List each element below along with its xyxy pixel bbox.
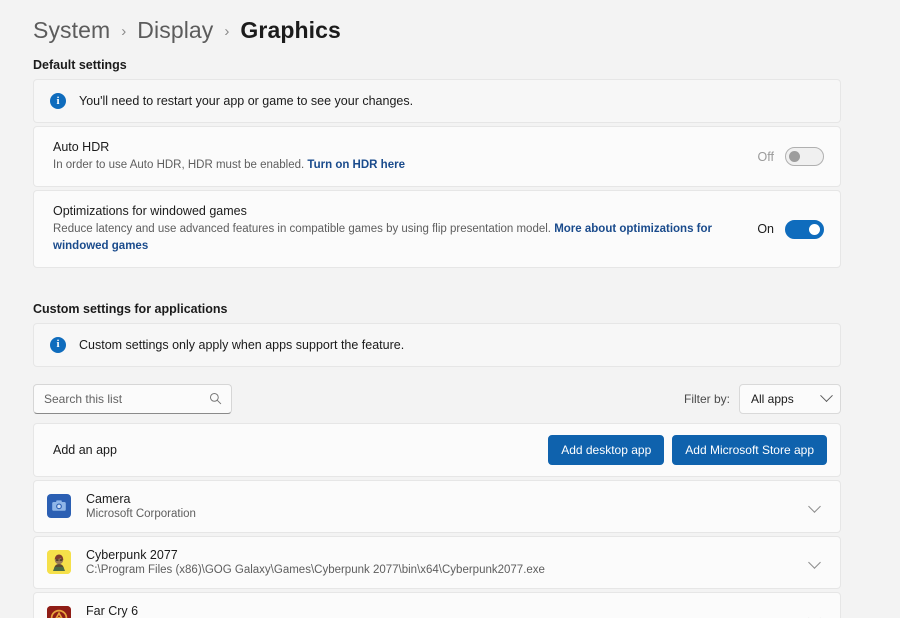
add-desktop-app-button[interactable]: Add desktop app bbox=[548, 435, 664, 465]
breadcrumb: System › Display › Graphics bbox=[33, 0, 841, 48]
optimizations-toggle-knob bbox=[809, 224, 820, 235]
breadcrumb-item-display[interactable]: Display bbox=[137, 17, 213, 44]
optimizations-control: On bbox=[757, 220, 824, 239]
breadcrumb-item-graphics: Graphics bbox=[240, 17, 341, 44]
app-text: Cyberpunk 2077 C:\Program Files (x86)\GO… bbox=[86, 548, 810, 576]
auto-hdr-toggle[interactable] bbox=[785, 147, 824, 166]
optimizations-toggle-label: On bbox=[757, 222, 774, 236]
farcry-app-icon bbox=[47, 606, 71, 618]
auto-hdr-toggle-label: Off bbox=[758, 150, 774, 164]
auto-hdr-description: In order to use Auto HDR, HDR must be en… bbox=[53, 157, 744, 173]
optimizations-info: Optimizations for windowed games Reduce … bbox=[53, 204, 757, 254]
info-icon: i bbox=[50, 93, 66, 109]
auto-hdr-title: Auto HDR bbox=[53, 140, 744, 154]
add-microsoft-store-app-button[interactable]: Add Microsoft Store app bbox=[672, 435, 827, 465]
filter-label: Filter by: bbox=[684, 392, 730, 406]
optimizations-toggle[interactable] bbox=[785, 220, 824, 239]
info-icon: i bbox=[50, 337, 66, 353]
optimizations-description: Reduce latency and use advanced features… bbox=[53, 221, 743, 254]
add-an-app-label: Add an app bbox=[53, 443, 117, 457]
table-row[interactable]: Camera Microsoft Corporation bbox=[33, 480, 841, 533]
app-subtitle: C:\Program Files (x86)\GOG Galaxy\Games\… bbox=[86, 564, 810, 576]
custom-settings-heading: Custom settings for applications bbox=[33, 302, 841, 316]
filter-select[interactable]: All apps bbox=[739, 384, 841, 414]
custom-settings-notice-text: Custom settings only apply when apps sup… bbox=[79, 338, 404, 352]
turn-on-hdr-link[interactable]: Turn on HDR here bbox=[307, 159, 405, 171]
settings-graphics-page: System › Display › Graphics Default sett… bbox=[0, 0, 900, 618]
list-tools-row: Filter by: All apps bbox=[33, 384, 841, 414]
restart-notice-card: i You'll need to restart your app or gam… bbox=[33, 79, 841, 123]
chevron-down-icon[interactable] bbox=[808, 500, 821, 513]
optimizations-description-text: Reduce latency and use advanced features… bbox=[53, 223, 551, 235]
filter-group: Filter by: All apps bbox=[684, 384, 841, 414]
add-app-buttons: Add desktop app Add Microsoft Store app bbox=[548, 435, 827, 465]
app-name: Far Cry 6 bbox=[86, 604, 810, 618]
search-box[interactable] bbox=[33, 384, 232, 414]
app-text: Camera Microsoft Corporation bbox=[86, 492, 810, 520]
optimizations-title: Optimizations for windowed games bbox=[53, 204, 743, 218]
default-settings-heading: Default settings bbox=[33, 58, 841, 72]
auto-hdr-description-text: In order to use Auto HDR, HDR must be en… bbox=[53, 159, 304, 171]
restart-notice-text: You'll need to restart your app or game … bbox=[79, 94, 413, 108]
app-subtitle: Microsoft Corporation bbox=[86, 508, 810, 520]
app-name: Cyberpunk 2077 bbox=[86, 548, 810, 562]
app-name: Camera bbox=[86, 492, 810, 506]
auto-hdr-info: Auto HDR In order to use Auto HDR, HDR m… bbox=[53, 140, 758, 173]
table-row[interactable]: Far Cry 6 C:\Program Files (x86)\Ubisoft… bbox=[33, 592, 841, 618]
chevron-down-icon[interactable] bbox=[808, 612, 821, 618]
app-text: Far Cry 6 C:\Program Files (x86)\Ubisoft… bbox=[86, 604, 810, 618]
chevron-down-icon[interactable] bbox=[808, 556, 821, 569]
auto-hdr-control: Off bbox=[758, 147, 824, 166]
filter-selected-value: All apps bbox=[751, 392, 794, 406]
add-an-app-row: Add an app Add desktop app Add Microsoft… bbox=[33, 423, 841, 477]
search-input[interactable] bbox=[44, 385, 209, 413]
breadcrumb-separator: › bbox=[121, 23, 126, 40]
auto-hdr-row[interactable]: Auto HDR In order to use Auto HDR, HDR m… bbox=[33, 126, 841, 187]
auto-hdr-toggle-knob bbox=[789, 151, 800, 162]
custom-settings-notice-card: i Custom settings only apply when apps s… bbox=[33, 323, 841, 367]
breadcrumb-item-system[interactable]: System bbox=[33, 17, 110, 44]
breadcrumb-separator: › bbox=[224, 23, 229, 40]
cyberpunk-app-icon bbox=[47, 550, 71, 574]
chevron-down-icon bbox=[820, 390, 833, 403]
camera-app-icon bbox=[47, 494, 71, 518]
optimizations-row[interactable]: Optimizations for windowed games Reduce … bbox=[33, 190, 841, 268]
table-row[interactable]: Cyberpunk 2077 C:\Program Files (x86)\GO… bbox=[33, 536, 841, 589]
search-icon bbox=[209, 392, 222, 405]
